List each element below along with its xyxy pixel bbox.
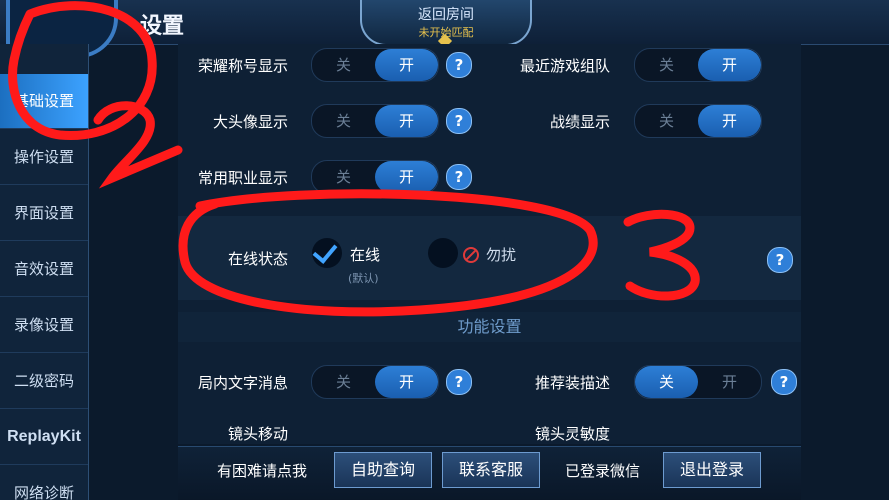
online-radio[interactable]	[312, 238, 342, 268]
toggle-off[interactable]: 关	[312, 161, 375, 193]
common-role-label: 常用职业显示	[197, 169, 288, 187]
toggle-on[interactable]: 开	[698, 366, 761, 398]
settings-sidebar: 基础设置 操作设置 界面设置 音效设置 录像设置 二级密码 ReplayKit …	[0, 44, 89, 500]
recent-team-toggle[interactable]: 关 开	[634, 48, 762, 82]
sidebar-item-controls[interactable]: 操作设置	[0, 130, 88, 185]
sidebar-item-interface[interactable]: 界面设置	[0, 186, 88, 241]
big-avatar-toggle[interactable]: 关 开	[311, 104, 439, 138]
toggle-off[interactable]: 关	[312, 49, 375, 81]
honor-title-label: 荣耀称号显示	[197, 57, 288, 75]
help-icon[interactable]: ?	[767, 247, 793, 273]
sidebar-item-recording[interactable]: 录像设置	[0, 298, 88, 353]
toggle-off[interactable]: 关	[635, 49, 698, 81]
stats-display-label: 战绩显示	[549, 113, 610, 131]
sidebar-item-sound[interactable]: 音效设置	[0, 242, 88, 297]
dnd-radio[interactable]	[428, 238, 458, 268]
help-icon[interactable]: ?	[446, 164, 472, 190]
common-role-toggle[interactable]: 关 开	[311, 160, 439, 194]
online-option-label[interactable]: 在线	[350, 244, 380, 265]
online-status-label: 在线状态	[227, 250, 288, 268]
toggle-off[interactable]: 关	[312, 366, 375, 398]
toggle-off[interactable]: 关	[635, 105, 698, 137]
help-icon[interactable]: ?	[771, 369, 797, 395]
toggle-on[interactable]: 开	[375, 49, 438, 81]
logout-button[interactable]: 退出登录	[663, 452, 761, 488]
item-desc-toggle[interactable]: 关 开	[634, 365, 762, 399]
stats-display-toggle[interactable]: 关 开	[634, 104, 762, 138]
toggle-off[interactable]: 关	[312, 105, 375, 137]
camera-sensitivity-label: 镜头灵敏度	[534, 425, 610, 443]
big-avatar-label: 大头像显示	[212, 113, 288, 131]
toggle-on[interactable]: 开	[375, 105, 438, 137]
sidebar-item-basic[interactable]: 基础设置	[0, 74, 88, 129]
sidebar-item-password[interactable]: 二级密码	[0, 354, 88, 409]
toggle-on[interactable]: 开	[698, 105, 761, 137]
help-icon[interactable]: ?	[446, 108, 472, 134]
return-room-button[interactable]: 返回房间 未开始匹配	[360, 0, 532, 49]
honor-title-toggle[interactable]: 关 开	[311, 48, 439, 82]
in-game-text-toggle[interactable]: 关 开	[311, 365, 439, 399]
login-status-text: 已登录微信	[565, 462, 641, 480]
checkmark-icon	[312, 238, 338, 264]
toggle-on[interactable]: 开	[375, 161, 438, 193]
contact-support-button[interactable]: 联系客服	[442, 452, 540, 488]
dnd-option-label[interactable]: 勿扰	[486, 244, 516, 265]
page-title: 设置	[140, 14, 185, 39]
annotation-digit-2	[93, 101, 183, 189]
sidebar-item-replaykit[interactable]: ReplayKit	[0, 410, 88, 465]
recent-team-label: 最近游戏组队	[519, 57, 610, 75]
self-service-button[interactable]: 自助查询	[334, 452, 432, 488]
toggle-on[interactable]: 开	[375, 366, 438, 398]
camera-move-label: 镜头移动	[227, 425, 288, 443]
top-bar: 设置 返回房间 未开始匹配	[0, 0, 889, 58]
help-prompt-text: 有困难请点我	[217, 462, 308, 480]
return-room-label: 返回房间	[418, 7, 474, 23]
in-game-text-label: 局内文字消息	[197, 374, 288, 392]
help-icon[interactable]: ?	[446, 52, 472, 78]
sidebar-item-network[interactable]: 网络诊断	[0, 466, 88, 500]
help-icon[interactable]: ?	[446, 369, 472, 395]
default-note: (默认)	[348, 272, 379, 285]
feature-settings-title: 功能设置	[178, 312, 801, 342]
do-not-disturb-icon	[463, 247, 479, 263]
toggle-on[interactable]: 开	[698, 49, 761, 81]
toggle-off[interactable]: 关	[635, 366, 698, 398]
item-desc-label: 推荐装描述	[534, 374, 610, 392]
